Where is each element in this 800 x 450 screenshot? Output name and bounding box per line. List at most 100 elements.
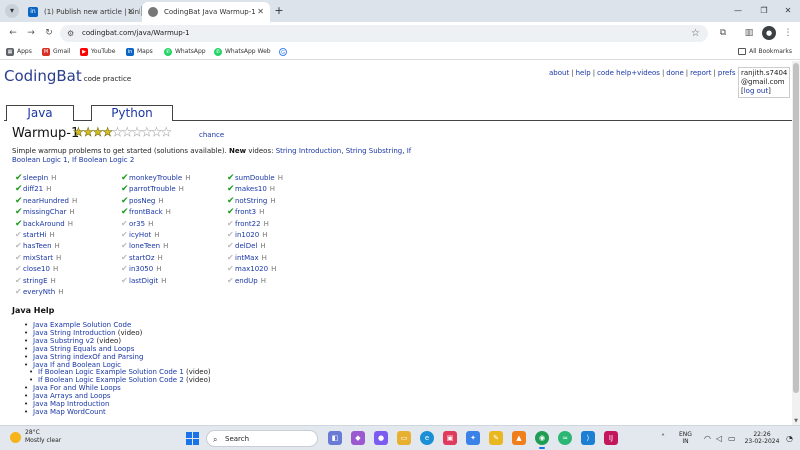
exercise-link[interactable]: sumDouble [235, 174, 275, 182]
bookmark-star-icon[interactable]: ☆ [691, 25, 700, 42]
help-link[interactable]: Java String indexOf and Parsing [33, 353, 143, 361]
volume-icon[interactable]: ◁ [716, 434, 722, 443]
bookmark-maps[interactable]: in Maps [126, 44, 153, 60]
weather-widget[interactable]: 28°C Mostly clear [10, 429, 61, 445]
close-icon[interactable]: ✕ [127, 2, 134, 22]
exercise-link[interactable]: monkeyTrouble [129, 174, 182, 182]
video-string-intro-link[interactable]: String Introduction [276, 147, 342, 155]
nav-code-help-link[interactable]: code help+videos [597, 69, 660, 77]
help-link[interactable]: Java Map WordCount [33, 408, 106, 416]
page-scrollbar[interactable]: ▼ [792, 61, 800, 425]
exercise-link[interactable]: close10 [23, 265, 50, 273]
exercise-link[interactable]: front22 [235, 220, 261, 228]
site-logo[interactable]: CodingBat code practice [4, 67, 131, 85]
chat-app-icon[interactable]: ● [374, 431, 388, 445]
exercise-link[interactable]: diff21 [23, 185, 43, 193]
site-settings-icon[interactable]: ⚙ [67, 25, 74, 42]
exercise-link[interactable]: delDel [235, 242, 257, 250]
all-bookmarks-button[interactable]: All Bookmarks [738, 44, 792, 60]
close-icon[interactable]: ✕ [257, 2, 264, 22]
exercise-link[interactable]: hasTeen [23, 242, 52, 250]
tab-java[interactable]: Java [6, 105, 74, 121]
exercise-link[interactable]: everyNth [23, 288, 55, 296]
help-link[interactable]: Java For and While Loops [33, 384, 121, 392]
forward-icon[interactable]: → [24, 26, 38, 40]
logout-link[interactable]: log out [744, 87, 768, 95]
teams-app-icon[interactable]: ◆ [351, 431, 365, 445]
more-menu-icon[interactable]: ⋮ [781, 26, 795, 40]
tray-overflow-icon[interactable]: ˄ [661, 433, 665, 442]
window-close-icon[interactable]: ✕ [778, 3, 798, 19]
exercise-link[interactable]: missingChar [23, 208, 66, 216]
address-bar[interactable]: ⚙ codingbat.com/java/Warmup-1 ☆ [60, 25, 708, 42]
minimize-icon[interactable]: — [728, 3, 748, 19]
exercise-link[interactable]: in1020 [235, 231, 259, 239]
intellij-app-icon[interactable]: IJ [604, 431, 618, 445]
copilot-app-icon[interactable]: ✦ [466, 431, 480, 445]
help-link[interactable]: If Boolean Logic Example Solution Code 1 [38, 368, 184, 376]
reload-icon[interactable]: ↻ [42, 26, 56, 40]
exercise-link[interactable]: max1020 [235, 265, 268, 273]
nav-done-link[interactable]: done [666, 69, 683, 77]
help-link[interactable]: If Boolean Logic Example Solution Code 2 [38, 376, 184, 384]
exercise-link[interactable]: sleepIn [23, 174, 48, 182]
exercise-link[interactable]: stringE [23, 277, 48, 285]
windows-start-icon[interactable] [186, 432, 199, 445]
nav-help-link[interactable]: help [576, 69, 591, 77]
taskbar-search-box[interactable]: ⌕ Search [206, 430, 318, 447]
battery-icon[interactable]: ▭ [728, 434, 736, 443]
help-link[interactable]: Java Arrays and Loops [33, 392, 111, 400]
vlc-app-icon[interactable]: ▲ [512, 431, 526, 445]
nav-about-link[interactable]: about [549, 69, 569, 77]
tab-codingbat[interactable]: CodingBat Java Warmup-1 ✕ [142, 2, 270, 22]
wifi-icon[interactable]: ◠ [704, 434, 711, 443]
exercise-link[interactable]: intMax [235, 254, 259, 262]
exercise-link[interactable]: startOz [129, 254, 155, 262]
input-language-indicator[interactable]: ENG IN [679, 431, 692, 445]
exercise-link[interactable]: in3050 [129, 265, 153, 273]
edge-browser-icon[interactable]: e [420, 431, 434, 445]
exercise-link[interactable]: lastDigit [129, 277, 158, 285]
tab-search-icon[interactable]: ▾ [5, 4, 19, 18]
photos-app-icon[interactable]: ◧ [328, 431, 342, 445]
side-panel-icon[interactable]: ▥ [742, 26, 756, 40]
help-link[interactable]: Java String Equals and Loops [33, 345, 134, 353]
exercise-link[interactable]: front3 [235, 208, 256, 216]
exercise-link[interactable]: makes10 [235, 185, 267, 193]
back-icon[interactable]: ← [6, 26, 20, 40]
profile-avatar-icon[interactable]: ● [762, 26, 776, 40]
nav-report-link[interactable]: report [690, 69, 711, 77]
exercise-link[interactable]: parrotTrouble [129, 185, 176, 193]
restore-icon[interactable]: ❐ [754, 3, 774, 19]
chance-link[interactable]: chance [199, 131, 224, 139]
tab-linkedin[interactable]: in (1) Publish new article | LinkedIn ✕ [22, 2, 140, 22]
bookmark-whatsapp[interactable]: ✆ WhatsApp [164, 44, 206, 60]
help-link[interactable]: Java Map Introduction [33, 400, 109, 408]
nav-prefs-link[interactable]: prefs [718, 69, 736, 77]
help-link[interactable]: Java Substring v2 [33, 337, 94, 345]
exercise-link[interactable]: notString [235, 197, 267, 205]
clock[interactable]: 22:26 23-02-2024 [742, 431, 782, 445]
notes-app-icon[interactable]: ✎ [489, 431, 503, 445]
extensions-icon[interactable]: ⧉ [716, 26, 730, 40]
exercise-link[interactable]: frontBack [129, 208, 163, 216]
help-link[interactable]: Java String Introduction [33, 329, 116, 337]
bookmark-gmail[interactable]: M Gmail [42, 44, 71, 60]
bookmark-whatsapp-web[interactable]: ✆ WhatsApp Web [214, 44, 271, 60]
exercise-link[interactable]: loneTeen [129, 242, 160, 250]
help-link[interactable]: Java If and Boolean Logic [33, 361, 121, 369]
video-string-substring-link[interactable]: String Substring [346, 147, 403, 155]
exercise-link[interactable]: icyHot [129, 231, 151, 239]
help-link[interactable]: Java Example Solution Code [33, 321, 131, 329]
file-explorer-icon[interactable]: ▭ [397, 431, 411, 445]
notifications-icon[interactable]: ◔ [786, 434, 793, 443]
exercise-link[interactable]: posNeg [129, 197, 155, 205]
video-if-boolean-2-link[interactable]: If Boolean Logic 2 [72, 156, 134, 164]
vscode-app-icon[interactable]: ⟩ [581, 431, 595, 445]
scroll-down-icon[interactable]: ▼ [792, 418, 800, 424]
scrollbar-thumb[interactable] [793, 63, 799, 393]
exercise-link[interactable]: backAround [23, 220, 65, 228]
spotify-app-icon[interactable]: ≈ [558, 431, 572, 445]
tab-python[interactable]: Python [91, 105, 173, 121]
store-app-icon[interactable]: ▣ [443, 431, 457, 445]
